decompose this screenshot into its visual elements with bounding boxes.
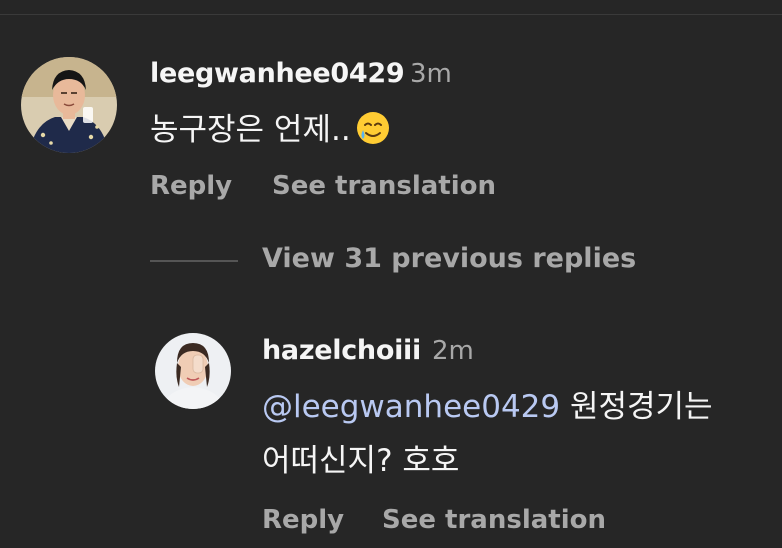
mention-link[interactable]: @leegwanhee0429 xyxy=(262,389,560,425)
comment-body: 농구장은 언제.. xyxy=(150,112,351,148)
reply-avatar[interactable] xyxy=(155,333,231,409)
comment-username[interactable]: leegwanhee0429 xyxy=(150,58,405,89)
smiling-face-with-tear-icon xyxy=(356,112,389,144)
comment-timestamp: 3m xyxy=(410,59,452,89)
top-divider xyxy=(0,14,782,15)
reply-body-line-1: 원정경기는 xyxy=(560,389,713,425)
reply-username[interactable]: hazelchoiii xyxy=(262,335,421,366)
reply-timestamp: 2m xyxy=(432,336,474,366)
reply-reply-button[interactable]: Reply xyxy=(262,505,344,535)
reply-avatar-photo xyxy=(155,333,231,409)
reply-body-line-2: 어떠신지? 호호 xyxy=(262,443,460,479)
view-previous-replies-button[interactable]: View 31 previous replies xyxy=(262,243,636,274)
reply-text-line-2: 어떠신지? 호호 xyxy=(262,432,459,490)
reply-button[interactable]: Reply xyxy=(150,171,232,201)
reply-see-translation-button[interactable]: See translation xyxy=(382,505,606,535)
comment-text: 농구장은 언제.. xyxy=(150,101,391,159)
thread-line xyxy=(150,260,238,262)
avatar[interactable] xyxy=(21,57,117,153)
see-translation-button[interactable]: See translation xyxy=(272,171,496,201)
avatar-illustration xyxy=(21,57,117,153)
reply-text-line-1: @leegwanhee0429 원정경기는 xyxy=(262,378,713,436)
